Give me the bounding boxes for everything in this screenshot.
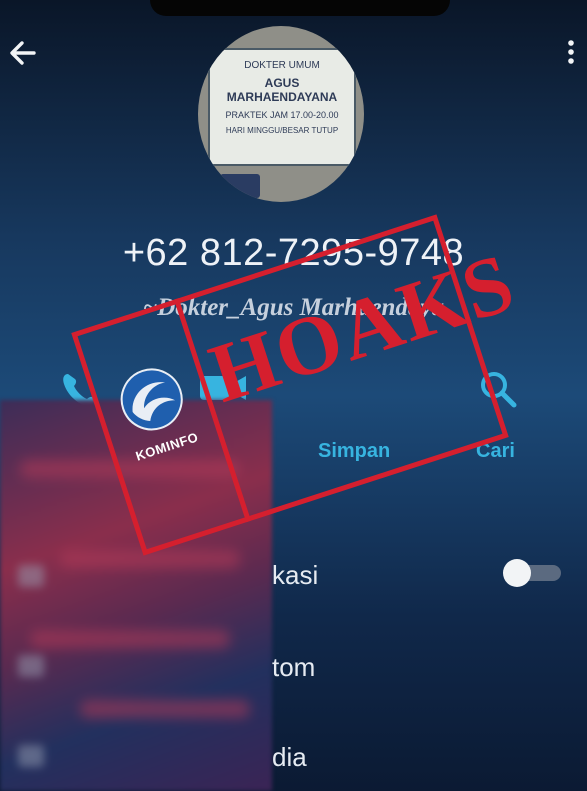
blur-strip [80,700,250,718]
menu-item-media[interactable]: dia [272,742,307,773]
camera-notch [150,0,450,16]
menu-item-notification[interactable]: kasi [272,560,318,591]
blurred-list-icon [18,745,44,767]
blurred-list-icon [18,565,44,587]
sign-line-2: AGUS MARHAENDAYANA [226,76,338,104]
sign-line-1: DOKTER UMUM [244,60,320,71]
contact-info-screen: DOKTER UMUM AGUS MARHAENDAYANA PRAKTEK J… [0,0,587,791]
blurred-list-icon [18,655,44,677]
sign-line-4: HARI MINGGU/BESAR TUTUP [225,126,339,135]
back-button[interactable] [6,36,40,70]
sign-line-3: PRAKTEK JAM 17.00-20.00 [225,110,339,120]
menu-item-custom[interactable]: tom [272,652,315,683]
contact-avatar[interactable]: DOKTER UMUM AGUS MARHAENDAYANA PRAKTEK J… [198,26,364,202]
back-arrow-icon [10,41,36,65]
more-options-button[interactable] [565,38,577,68]
blur-strip [30,630,230,648]
clinic-sign-plate [220,174,260,198]
clinic-sign: DOKTER UMUM AGUS MARHAENDAYANA PRAKTEK J… [208,48,356,166]
toggle-thumb [503,559,531,587]
more-vert-icon [568,40,574,64]
notification-toggle[interactable] [503,559,563,587]
